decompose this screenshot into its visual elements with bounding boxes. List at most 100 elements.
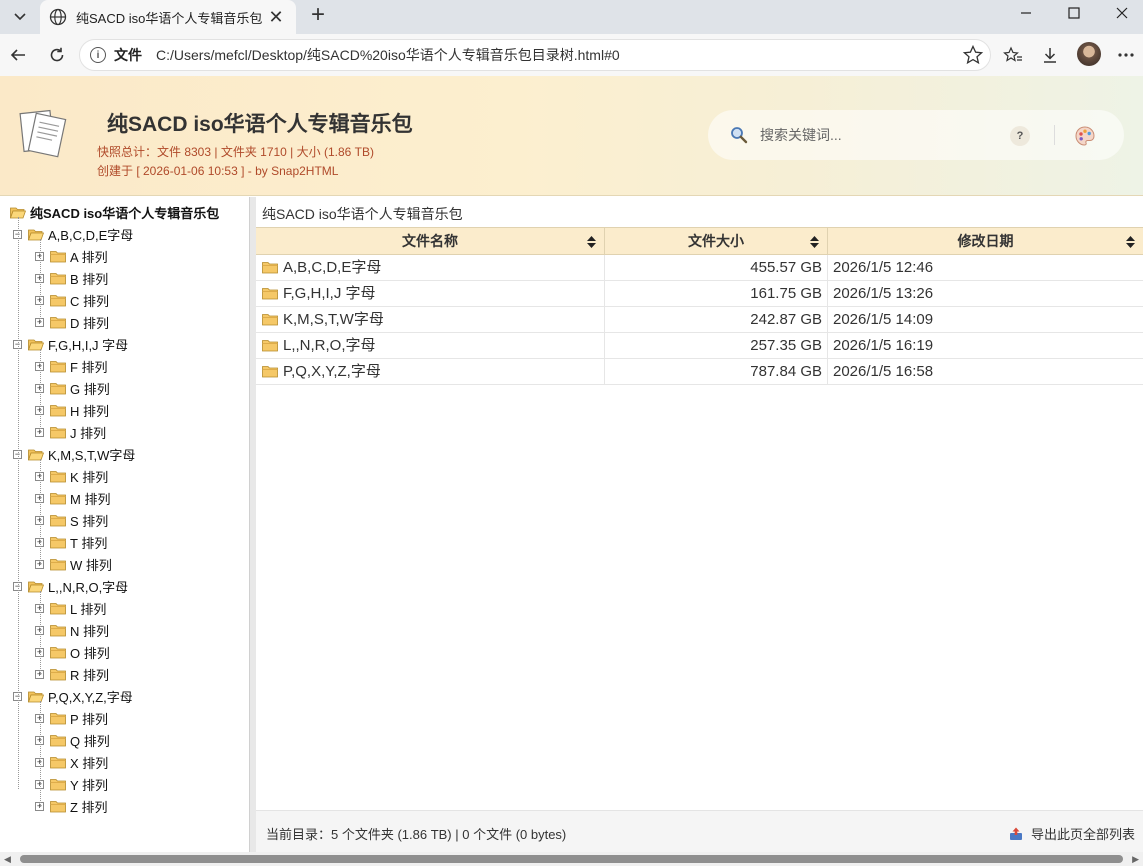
downloads-button[interactable]	[1038, 43, 1062, 67]
tree-item[interactable]: + T 排列	[35, 531, 107, 553]
tree-item[interactable]: + K 排列	[35, 465, 108, 487]
tree-item[interactable]: + B 排列	[35, 267, 108, 289]
tree-item[interactable]: + Q 排列	[35, 729, 110, 751]
folder-open-icon	[28, 449, 44, 460]
folder-icon	[50, 624, 66, 636]
tree-connector-line	[40, 459, 41, 565]
tab-title: 纯SACD iso华语个人专辑音乐包	[76, 10, 263, 26]
minimize-button[interactable]	[1003, 0, 1049, 26]
address-toolbar: i 文件 C:/Users/mefcl/Desktop/纯SACD%20iso华…	[0, 34, 1143, 76]
site-info-icon[interactable]: i	[90, 47, 106, 63]
tree-item[interactable]: + O 排列	[35, 641, 110, 663]
folder-name[interactable]: K,M,S,T,W字母	[283, 307, 384, 332]
table-row[interactable]: A,B,C,D,E字母 455.57 GB 2026/1/5 12:46	[256, 255, 1143, 281]
browser-tab-bar: 纯SACD iso华语个人专辑音乐包 ✕ +	[0, 0, 1143, 34]
browser-tab-active[interactable]: 纯SACD iso华语个人专辑音乐包 ✕	[40, 0, 296, 34]
folder-icon	[262, 340, 278, 352]
scroll-left-arrow-icon[interactable]: ◀	[4, 854, 11, 865]
folder-name[interactable]: F,G,H,I,J 字母	[283, 281, 376, 306]
export-label: 导出此页全部列表	[1030, 827, 1135, 842]
panel-splitter[interactable]	[249, 197, 256, 852]
tree-item[interactable]: + C 排列	[35, 289, 109, 311]
tree-item[interactable]: + R 排列	[35, 663, 109, 685]
folder-icon	[50, 316, 66, 328]
folder-name[interactable]: A,B,C,D,E字母	[283, 255, 381, 280]
download-icon	[1044, 48, 1056, 63]
new-tab-button[interactable]: +	[304, 1, 332, 29]
horizontal-scrollbar[interactable]: ◀ ▶	[0, 852, 1143, 866]
tree-item-label: P 排列	[70, 711, 109, 727]
tree-root[interactable]: 纯SACD iso华语个人专辑音乐包	[10, 201, 219, 223]
tree-item[interactable]: + P 排列	[35, 707, 108, 729]
folder-open-icon	[28, 691, 44, 702]
more-dots-icon	[1118, 53, 1134, 57]
table-row[interactable]: K,M,S,T,W字母 242.87 GB 2026/1/5 14:09	[256, 307, 1143, 333]
tree-item-label: T 排列	[70, 535, 108, 551]
tree-item[interactable]: + N 排列	[35, 619, 109, 641]
tree-item[interactable]: + W 排列	[35, 553, 112, 575]
folder-icon	[262, 288, 278, 300]
favorite-star-icon[interactable]	[962, 44, 984, 66]
tree-group[interactable]: − L,,N,R,O,字母	[13, 575, 128, 597]
status-text: 当前目录：5 个文件夹 (1.86 TB) | 0 个文件 (0 bytes)	[266, 827, 567, 842]
cell-size: 161.75 GB	[605, 281, 828, 306]
tree-group[interactable]: − A,B,C,D,E字母	[13, 223, 133, 245]
more-menu-button[interactable]	[1114, 43, 1138, 67]
tree-item[interactable]: + G 排列	[35, 377, 110, 399]
folder-icon	[50, 272, 66, 284]
file-list-grid: 文件名称 文件大小 修改日期 A,B,C,D,E字母 455.57 GB 2026/…	[256, 227, 1143, 385]
palette-icon[interactable]	[1074, 125, 1096, 147]
folder-name[interactable]: P,Q,X,Y,Z,字母	[283, 359, 381, 384]
address-field[interactable]: i 文件 C:/Users/mefcl/Desktop/纯SACD%20iso华…	[79, 39, 991, 71]
maximize-button[interactable]	[1051, 0, 1097, 26]
tree-item-label: G 排列	[70, 381, 110, 397]
column-header-date-label: 修改日期	[957, 233, 1014, 249]
tree-item[interactable]: + J 排列	[35, 421, 106, 443]
scroll-right-arrow-icon[interactable]: ▶	[1132, 854, 1139, 865]
tree-item[interactable]: + A 排列	[35, 245, 108, 267]
folder-icon	[50, 404, 66, 416]
folder-icon	[50, 382, 66, 394]
tree-item[interactable]: + M 排列	[35, 487, 110, 509]
folder-icon	[50, 558, 66, 570]
tree-item[interactable]: + D 排列	[35, 311, 109, 333]
tree-item[interactable]: + X 排列	[35, 751, 108, 773]
tree-item[interactable]: + S 排列	[35, 509, 108, 531]
tree-group[interactable]: − P,Q,X,Y,Z,字母	[13, 685, 133, 707]
column-header-date[interactable]: 修改日期	[828, 228, 1143, 254]
tree-item[interactable]: + H 排列	[35, 399, 109, 421]
tree-item[interactable]: + F 排列	[35, 355, 108, 377]
tree-connector-line	[40, 349, 41, 433]
tree-item-label: J 排列	[70, 425, 107, 441]
tree-group[interactable]: − K,M,S,T,W字母	[13, 443, 135, 465]
column-header-name[interactable]: 文件名称	[256, 228, 605, 254]
close-tab-icon[interactable]: ✕	[264, 7, 288, 28]
tree-item[interactable]: + Y 排列	[35, 773, 108, 795]
tree-item[interactable]: + L 排列	[35, 597, 106, 619]
tree-item-label: Y 排列	[70, 777, 109, 793]
url-path: C:/Users/mefcl/Desktop/纯SACD%20iso华语个人专辑…	[156, 47, 620, 63]
refresh-button[interactable]	[43, 41, 71, 69]
search-divider	[1054, 125, 1055, 145]
tree-item[interactable]: + Z 排列	[35, 795, 108, 817]
tree-item-label: A 排列	[70, 249, 108, 265]
profile-avatar[interactable]	[1077, 42, 1101, 66]
help-button[interactable]: ?	[1010, 126, 1030, 146]
folder-name[interactable]: L,,N,R,O,字母	[283, 333, 376, 358]
favorites-button[interactable]	[1001, 43, 1025, 67]
tree-group[interactable]: − F,G,H,I,J 字母	[13, 333, 128, 355]
close-window-button[interactable]	[1099, 0, 1143, 26]
table-row[interactable]: L,,N,R,O,字母 257.35 GB 2026/1/5 16:19	[256, 333, 1143, 359]
table-row[interactable]: P,Q,X,Y,Z,字母 787.84 GB 2026/1/5 16:58	[256, 359, 1143, 385]
folder-icon	[50, 756, 66, 768]
export-list-button[interactable]: 导出此页全部列表	[1009, 824, 1135, 843]
column-header-size[interactable]: 文件大小	[605, 228, 828, 254]
search-input[interactable]	[760, 122, 1000, 148]
tab-actions-menu[interactable]	[4, 2, 36, 30]
scrollbar-thumb[interactable]	[20, 855, 1123, 863]
back-button[interactable]	[4, 41, 32, 69]
tree-group-label: L,,N,R,O,字母	[48, 579, 129, 595]
minimize-icon	[1021, 12, 1031, 14]
folder-icon	[50, 294, 66, 306]
table-row[interactable]: F,G,H,I,J 字母 161.75 GB 2026/1/5 13:26	[256, 281, 1143, 307]
